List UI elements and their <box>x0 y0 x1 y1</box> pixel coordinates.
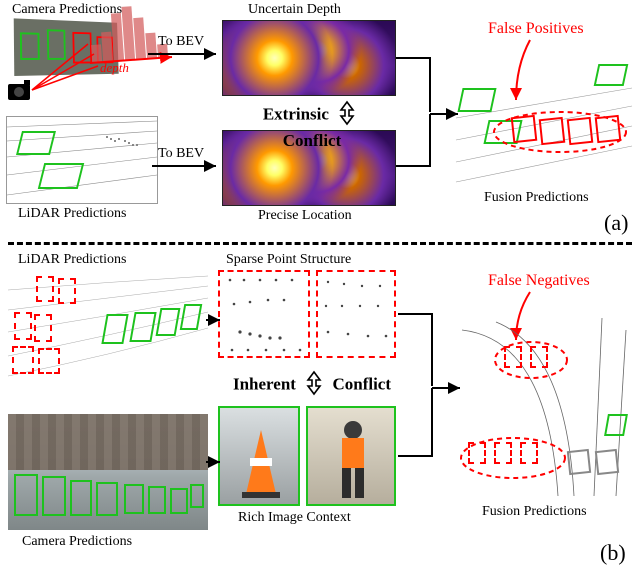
depth-axis-label: depth <box>100 60 129 76</box>
bidirectional-arrow-icon-b <box>304 370 324 396</box>
lidar-predictions-b <box>8 270 208 376</box>
fusion-b-gray-2 <box>595 449 619 475</box>
rich-crop-cone <box>218 406 300 506</box>
arrow-cam-to-rich <box>206 452 226 472</box>
camera-rays <box>28 40 98 100</box>
cam-b-box-4 <box>96 482 118 516</box>
lidar-b-red-5 <box>12 346 34 374</box>
lidar-b-red-2 <box>58 278 76 304</box>
sparse-crop-1 <box>218 270 310 358</box>
fusion-predictions-b-label: Fusion Predictions <box>482 504 587 520</box>
fusion-b-gray-1 <box>567 449 591 475</box>
inherent-conflict-block: Inherent Conflict <box>222 370 402 401</box>
bidirectional-arrow-icon <box>337 100 357 126</box>
lidar-b-red-1 <box>36 276 54 302</box>
false-positives-label: False Positives <box>488 20 584 38</box>
fusion-a-red-3 <box>567 117 594 145</box>
arrow-lidar-to-sparse <box>206 310 226 330</box>
fusion-b-red-5 <box>520 442 538 464</box>
fusion-a-red-1 <box>511 115 538 143</box>
fusion-predictions-a <box>456 58 632 186</box>
fusion-b-red-3 <box>468 442 486 464</box>
false-negatives-label: False Negatives <box>488 272 590 290</box>
lidar-a-box-1 <box>16 131 56 155</box>
to-bev-label-bottom: To BEV <box>158 146 204 162</box>
cam-b-box-2 <box>42 476 66 516</box>
fusion-b-red-4 <box>494 442 512 464</box>
cam-b-box-7 <box>170 488 188 514</box>
subfigure-b-label: (b) <box>600 540 626 566</box>
cam-b-box-8 <box>190 484 204 508</box>
rich-image-context-label: Rich Image Context <box>238 510 351 526</box>
fusion-predictions-b <box>456 310 634 500</box>
fusion-predictions-a-label: Fusion Predictions <box>484 190 589 206</box>
cam-b-box-5 <box>124 484 144 514</box>
subfigure-a-label: (a) <box>604 210 628 236</box>
lidar-b-red-3 <box>14 312 32 340</box>
conflict-word-b: Conflict <box>332 374 391 393</box>
figure-root: Camera Predictions depth <box>0 0 640 580</box>
camera-predictions-image <box>8 414 208 530</box>
fusion-a-green-3 <box>594 64 629 86</box>
uncertain-depth-label: Uncertain Depth <box>248 2 341 18</box>
fusion-a-red-2 <box>539 117 566 145</box>
precise-location-label: Precise Location <box>258 208 352 224</box>
inherent-word: Inherent <box>233 374 296 393</box>
extrinsic-word: Extrinsic <box>263 104 329 123</box>
lidar-predictions-a-label: LiDAR Predictions <box>18 206 127 222</box>
depth-bar-5 <box>133 17 146 60</box>
lidar-b-red-6 <box>38 348 60 374</box>
rich-crop-person <box>306 406 396 506</box>
conflict-word-a: Conflict <box>283 131 342 150</box>
panel-separator <box>8 242 632 245</box>
building-texture <box>8 414 208 470</box>
fusion-b-red-2 <box>530 346 548 368</box>
cam-b-box-6 <box>148 486 166 514</box>
lidar-b-red-4 <box>34 314 52 342</box>
fusion-b-green-1 <box>604 414 628 436</box>
extrinsic-conflict-block: Extrinsic Conflict <box>232 100 392 151</box>
lidar-predictions-a <box>6 116 158 204</box>
lidar-predictions-b-label: LiDAR Predictions <box>18 252 127 268</box>
fusion-b-red-1 <box>504 346 522 368</box>
lidar-a-box-2 <box>38 163 84 189</box>
camera-predictions-b-label: Camera Predictions <box>22 534 132 550</box>
uncertain-depth-heatmap <box>222 20 396 96</box>
to-bev-label-top: To BEV <box>158 34 204 50</box>
cam-b-box-1 <box>14 474 38 516</box>
fusion-a-red-4 <box>595 115 622 143</box>
sparse-crop-2 <box>316 270 396 358</box>
cam-b-box-3 <box>70 480 92 516</box>
sparse-point-structure-label: Sparse Point Structure <box>226 252 351 268</box>
